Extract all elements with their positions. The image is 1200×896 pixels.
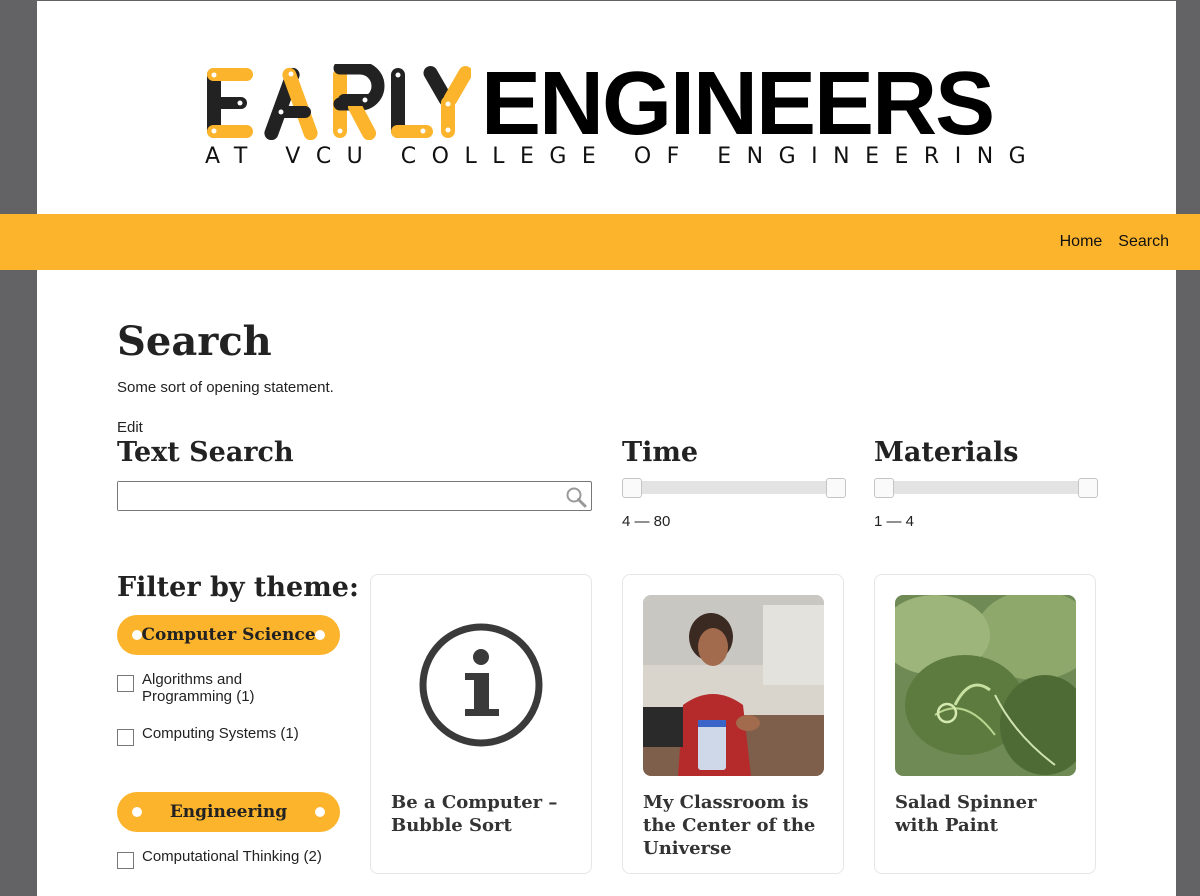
theme-pill-engineering[interactable]: Engineering [117, 792, 340, 832]
plant-photo [895, 595, 1076, 776]
materials-heading: Materials [874, 437, 1019, 468]
time-slider[interactable] [622, 478, 846, 498]
search-input[interactable] [118, 482, 558, 510]
time-slider-max-handle[interactable] [826, 478, 846, 498]
logo-engineers-word: ENGINEERS [481, 54, 995, 154]
nav-link-search[interactable]: Search [1118, 233, 1169, 251]
intro-text: Some sort of opening statement. [117, 379, 334, 396]
theme-pill-label: Engineering [169, 802, 288, 822]
card-title[interactable]: My Classroom is the Center of the Univer… [643, 791, 833, 860]
card-title[interactable]: Salad Spinner with Paint [895, 791, 1085, 837]
activity-card[interactable]: My Classroom is the Center of the Univer… [622, 574, 844, 874]
search-icon[interactable] [565, 486, 587, 508]
nav-link-home[interactable]: Home [1060, 233, 1103, 251]
materials-range-label: 1 — 4 [874, 513, 915, 530]
activity-card[interactable]: Be a Computer – Bubble Sort [370, 574, 592, 874]
filter-item-computational-thinking[interactable]: Computational Thinking (2) [117, 848, 327, 869]
nav-links: Home Search [1060, 214, 1169, 270]
card-image [391, 595, 572, 776]
materials-slider[interactable] [874, 478, 1098, 498]
time-slider-track [630, 481, 838, 494]
main-navbar: Home Search [0, 214, 1200, 270]
filter-item-label: Computing Systems (1) [142, 725, 299, 742]
info-icon [419, 623, 543, 747]
pill-dot-left [132, 807, 142, 817]
logo-wordmark: E ENGINEERS [205, 54, 995, 154]
filter-heading: Filter by theme: [117, 572, 359, 603]
pill-dot-right [315, 807, 325, 817]
logo-subtitle: AT VCU COLLEGE OF ENGINEERING [205, 144, 1042, 169]
checkbox[interactable] [117, 675, 134, 692]
filter-item-label: Algorithms and Programming (1) [142, 671, 255, 705]
materials-slider-min-handle[interactable] [874, 478, 894, 498]
logo-early-letters: E [207, 64, 471, 140]
edit-link[interactable]: Edit [117, 419, 143, 436]
card-title[interactable]: Be a Computer – Bubble Sort [391, 791, 581, 837]
checkbox[interactable] [117, 729, 134, 746]
activity-card[interactable]: Salad Spinner with Paint [874, 574, 1096, 874]
pill-dot-left [132, 630, 142, 640]
page-title: Search [117, 318, 272, 365]
checkbox[interactable] [117, 852, 134, 869]
time-range-label: 4 — 80 [622, 513, 671, 530]
materials-slider-track [882, 481, 1090, 494]
theme-pill-computer-science[interactable]: Computer Science [117, 615, 340, 655]
search-box [117, 481, 592, 511]
filter-item-algorithms[interactable]: Algorithms and Programming (1) [117, 671, 327, 705]
card-image [895, 595, 1076, 776]
card-image [643, 595, 824, 776]
filter-item-computing-systems[interactable]: Computing Systems (1) [117, 725, 327, 746]
pill-dot-right [315, 630, 325, 640]
filter-item-label: Computational Thinking (2) [142, 848, 322, 865]
text-search-heading: Text Search [117, 437, 294, 468]
materials-slider-max-handle[interactable] [1078, 478, 1098, 498]
time-slider-min-handle[interactable] [622, 478, 642, 498]
classroom-photo [643, 595, 824, 776]
time-heading: Time [622, 437, 699, 468]
theme-pill-label: Computer Science [141, 625, 316, 645]
site-logo[interactable]: E ENGINEERS AT VCU COLLEGE OF ENGINEERIN… [205, 54, 1026, 169]
